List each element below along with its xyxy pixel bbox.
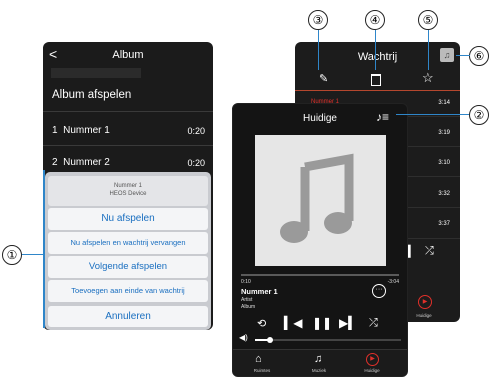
rooms-tab-label: Ruimtes <box>253 368 271 373</box>
callout-3-line <box>318 30 319 70</box>
album-header: < Album <box>43 42 213 68</box>
callout-1: ① <box>2 245 22 265</box>
volume-slider[interactable] <box>255 337 401 343</box>
track-title: Nummer 1 <box>241 287 278 296</box>
album-segment-bar <box>51 68 141 78</box>
shuffle-icon[interactable]: ⤮ <box>425 245 434 258</box>
callout-2-line <box>396 114 469 115</box>
now-playing-tab-label: Huidige <box>416 313 432 318</box>
callout-6-line <box>456 55 470 56</box>
callout-2: ② <box>469 105 489 125</box>
now-playing-tab-label: Huidige <box>364 368 380 373</box>
callout-1-line <box>22 254 44 255</box>
play-now-button[interactable]: Nu afspelen <box>48 208 208 230</box>
track-name: Nummer 2 <box>63 157 110 168</box>
artist-name: Artist <box>241 297 253 303</box>
album-art <box>255 135 386 266</box>
music-tab-label: Muziek <box>311 368 327 373</box>
repeat-icon[interactable]: ⟲ <box>257 317 266 330</box>
music-note-icon <box>280 153 354 243</box>
action-sheet-header: Nummer 1 HEOS Device <box>48 176 208 206</box>
track-number: 1 <box>52 125 58 136</box>
album-name: Album <box>241 304 256 310</box>
pause-icon[interactable]: ❚❚ <box>312 316 332 330</box>
music-note-icon[interactable]: ♫ <box>440 48 454 62</box>
add-to-end-of-queue-button[interactable]: Toevoegen aan einde van wachtrij <box>48 280 208 302</box>
queue-item-time: 3:19 <box>438 130 450 136</box>
now-playing-screen: Huidige ♪≡ 0:10 -3:04 Nummer 1 Artist Al… <box>232 103 408 377</box>
album-title: Album <box>112 49 144 61</box>
now-playing-tab-icon[interactable]: ▶ <box>418 295 432 309</box>
trash-icon[interactable] <box>371 74 381 86</box>
divider <box>43 145 213 146</box>
callout-4-line <box>375 30 376 70</box>
more-options-icon[interactable]: ··· <box>372 284 386 298</box>
callout-5: ⑤ <box>418 10 438 30</box>
play-next-button[interactable]: Volgende afspelen <box>48 256 208 278</box>
queue-header: Wachtrij ♫ <box>295 42 460 68</box>
elapsed-time: 0:10 <box>241 279 251 285</box>
now-playing-tab-icon[interactable]: ▶ <box>366 353 379 366</box>
music-tab-icon[interactable]: ♫ <box>314 353 322 365</box>
queue-item-time: 3:37 <box>438 221 450 227</box>
track-number: 2 <box>52 157 58 168</box>
track-name: Nummer 1 <box>63 125 110 136</box>
shuffle-icon[interactable]: ⤮ <box>369 317 378 330</box>
action-sheet: Nummer 1 HEOS Device Nu afspelen Nu afsp… <box>45 172 211 330</box>
queue-icon[interactable]: ♪≡ <box>376 110 389 124</box>
play-album-button[interactable]: Album afspelen <box>52 89 131 101</box>
seek-bar[interactable] <box>241 274 399 276</box>
play-now-replace-queue-button[interactable]: Nu afspelen en wachtrij vervangen <box>48 232 208 254</box>
callout-4: ④ <box>365 10 385 30</box>
star-icon[interactable]: ☆ <box>422 70 434 86</box>
queue-item-time: 3:32 <box>438 191 450 197</box>
remaining-time: -3:04 <box>387 279 399 285</box>
previous-icon[interactable]: ▍◀ <box>284 316 302 330</box>
divider <box>43 111 213 112</box>
album-screen: < Album Album afspelen 1 Nummer 1 0:20 2… <box>43 42 213 330</box>
action-sheet-track: Nummer 1 <box>113 183 142 189</box>
track-duration: 0:20 <box>187 126 205 136</box>
bottom-tab-bar: ⌂ Ruimtes ♫ Muziek ▶ Huidige <box>233 349 407 376</box>
callout-1-bracket <box>43 170 45 328</box>
queue-item-time: 3:10 <box>438 160 450 166</box>
callout-5-line <box>428 30 429 70</box>
queue-toolbar: ✎ ☆ <box>295 68 460 91</box>
next-icon[interactable]: ▶▍ <box>339 316 357 330</box>
rooms-tab-icon[interactable]: ⌂ <box>255 353 262 365</box>
action-sheet-device: HEOS Device <box>109 191 147 197</box>
callout-3: ③ <box>308 10 328 30</box>
queue-item-time: 3:14 <box>438 100 450 106</box>
cancel-button[interactable]: Annuleren <box>48 306 208 327</box>
queue-title: Wachtrij <box>357 51 398 63</box>
callout-6: ⑥ <box>469 46 489 66</box>
track-duration: 0:20 <box>187 158 205 168</box>
now-playing-header: Huidige ♪≡ <box>233 104 407 130</box>
pencil-icon[interactable]: ✎ <box>319 72 328 85</box>
volume-icon: ◀) <box>239 333 248 342</box>
volume-knob[interactable] <box>267 337 273 343</box>
